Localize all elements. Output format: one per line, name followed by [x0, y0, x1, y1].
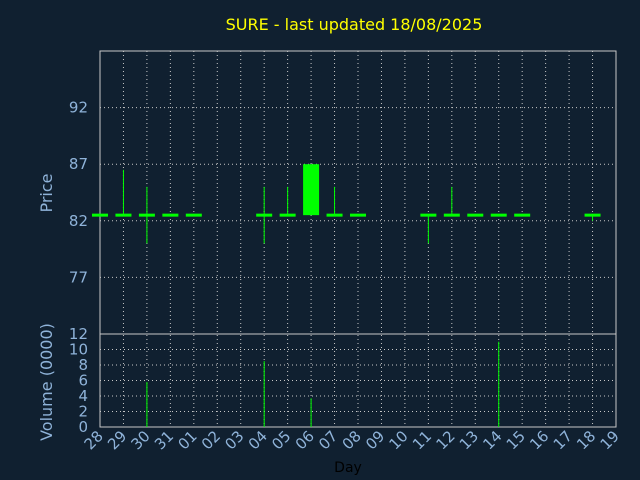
candle-body: [326, 213, 343, 217]
candle-body: [279, 213, 296, 217]
candle-body: [584, 213, 601, 217]
price-tick-label: 77: [69, 268, 88, 286]
volume-tick-label: 10: [69, 341, 88, 359]
volume-tick-label: 2: [78, 403, 88, 421]
candle-body: [490, 213, 507, 217]
candle-body: [115, 213, 132, 217]
candle-body: [92, 213, 108, 217]
volume-tick-label: 6: [78, 372, 88, 390]
candle-body: [350, 213, 366, 217]
price-tick-label: 87: [69, 155, 88, 173]
candle-body: [467, 213, 484, 217]
stock-chart: SURE - last updated 18/08/2025 Price Vol…: [0, 0, 640, 480]
candle-body: [138, 213, 155, 217]
candle-body: [420, 213, 437, 217]
price-tick-label: 92: [69, 99, 88, 117]
candle-body: [303, 164, 320, 216]
price-axis-label: Price: [37, 173, 56, 212]
candle-body: [185, 213, 202, 217]
volume-tick-label: 8: [78, 356, 88, 374]
volume-axis-label: Volume (0000): [37, 323, 56, 441]
candle-body: [514, 213, 531, 217]
x-axis-label: Day: [334, 460, 362, 476]
chart-background: [0, 0, 640, 480]
volume-tick-label: 4: [78, 387, 88, 405]
chart-root: SURE - last updated 18/08/2025 Price Vol…: [0, 0, 640, 480]
candle-body: [256, 213, 273, 217]
chart-title: SURE - last updated 18/08/2025: [226, 15, 483, 34]
price-tick-label: 82: [69, 212, 88, 230]
candle-body: [162, 213, 179, 217]
candle-body: [443, 213, 460, 217]
volume-tick-label: 12: [69, 325, 88, 343]
